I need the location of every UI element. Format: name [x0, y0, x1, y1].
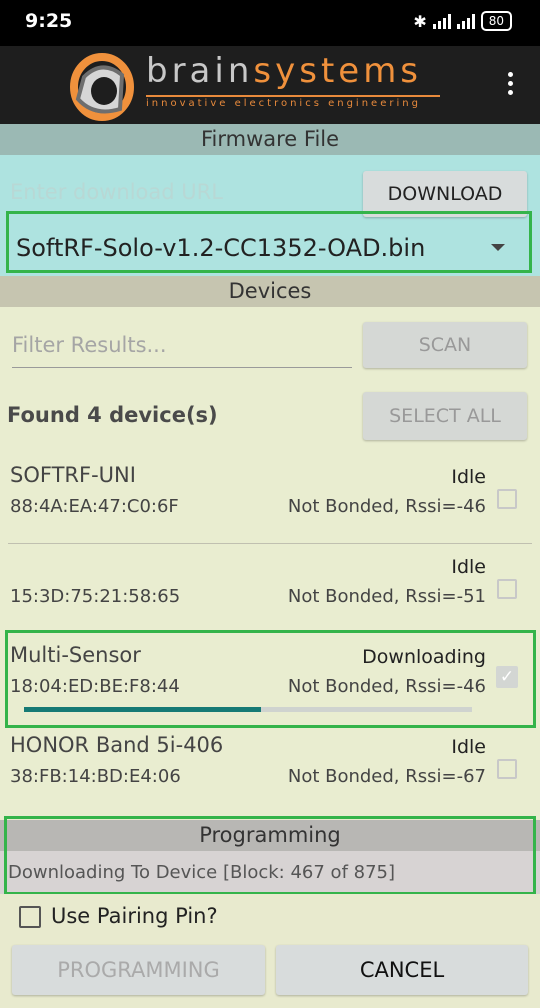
brand-underline: [146, 95, 440, 97]
cancel-button[interactable]: CANCEL: [276, 945, 528, 995]
firmware-file-name: SoftRF-Solo-v1.2-CC1352-OAD.bin: [16, 234, 426, 262]
device-state: Idle: [451, 736, 486, 758]
brand-logo-icon: [70, 53, 134, 121]
device-checkbox[interactable]: [497, 759, 517, 779]
pairing-pin-checkbox[interactable]: [19, 906, 41, 928]
device-name: HONOR Band 5i-406: [10, 733, 224, 757]
device-info: Not Bonded, Rssi=-46: [287, 496, 486, 517]
device-state: Downloading: [362, 646, 486, 668]
device-checkbox-checked[interactable]: ✓: [496, 666, 518, 688]
bluetooth-icon: ✱: [413, 11, 427, 31]
battery-icon: 80: [480, 11, 512, 31]
device-checkbox[interactable]: [497, 579, 517, 599]
pairing-pin-label: Use Pairing Pin?: [51, 904, 218, 928]
filter-results-input[interactable]: Filter Results...: [12, 333, 352, 368]
device-mac: 15:3D:75:21:58:65: [10, 586, 181, 607]
brand-name-part2: systems: [253, 51, 423, 91]
brand-name: brainsystems: [146, 51, 422, 91]
device-name: SOFTRF-UNI: [10, 463, 136, 487]
list-divider: [8, 543, 532, 544]
device-info: Not Bonded, Rssi=-67: [287, 766, 486, 787]
programming-button[interactable]: PROGRAMMING: [12, 945, 265, 995]
device-checkbox[interactable]: [497, 489, 517, 509]
select-all-button[interactable]: SELECT ALL: [363, 392, 527, 440]
device-info: Not Bonded, Rssi=-46: [287, 676, 486, 697]
brand-tagline: innovative electronics engineering: [146, 98, 421, 109]
device-mac: 18:04:ED:BE:F8:44: [10, 676, 180, 697]
dropdown-arrow-icon[interactable]: [491, 244, 505, 251]
device-mac: 38:FB:14:BD:E4:06: [10, 766, 181, 787]
device-mac: 88:4A:EA:47:C0:6F: [10, 496, 179, 517]
signal-icon: [456, 13, 475, 29]
status-icons: ✱ 80: [413, 11, 512, 31]
signal-icon: [432, 13, 451, 29]
found-devices-label: Found 4 device(s): [7, 403, 218, 427]
download-url-input[interactable]: Enter download URL: [10, 180, 350, 212]
brand-name-part1: brain: [146, 51, 254, 91]
download-progress-bar: [24, 707, 262, 712]
status-time: 9:25: [25, 10, 73, 32]
device-state: Idle: [451, 466, 486, 488]
device-state: Idle: [451, 556, 486, 578]
firmware-header: Firmware File: [0, 124, 540, 155]
more-vert-icon[interactable]: [500, 72, 520, 100]
device-info: Not Bonded, Rssi=-51: [287, 586, 486, 607]
programming-highlight: [4, 816, 536, 895]
device-name: Multi-Sensor: [10, 643, 141, 667]
scan-button[interactable]: SCAN: [363, 322, 527, 368]
devices-header: Devices: [0, 276, 540, 307]
